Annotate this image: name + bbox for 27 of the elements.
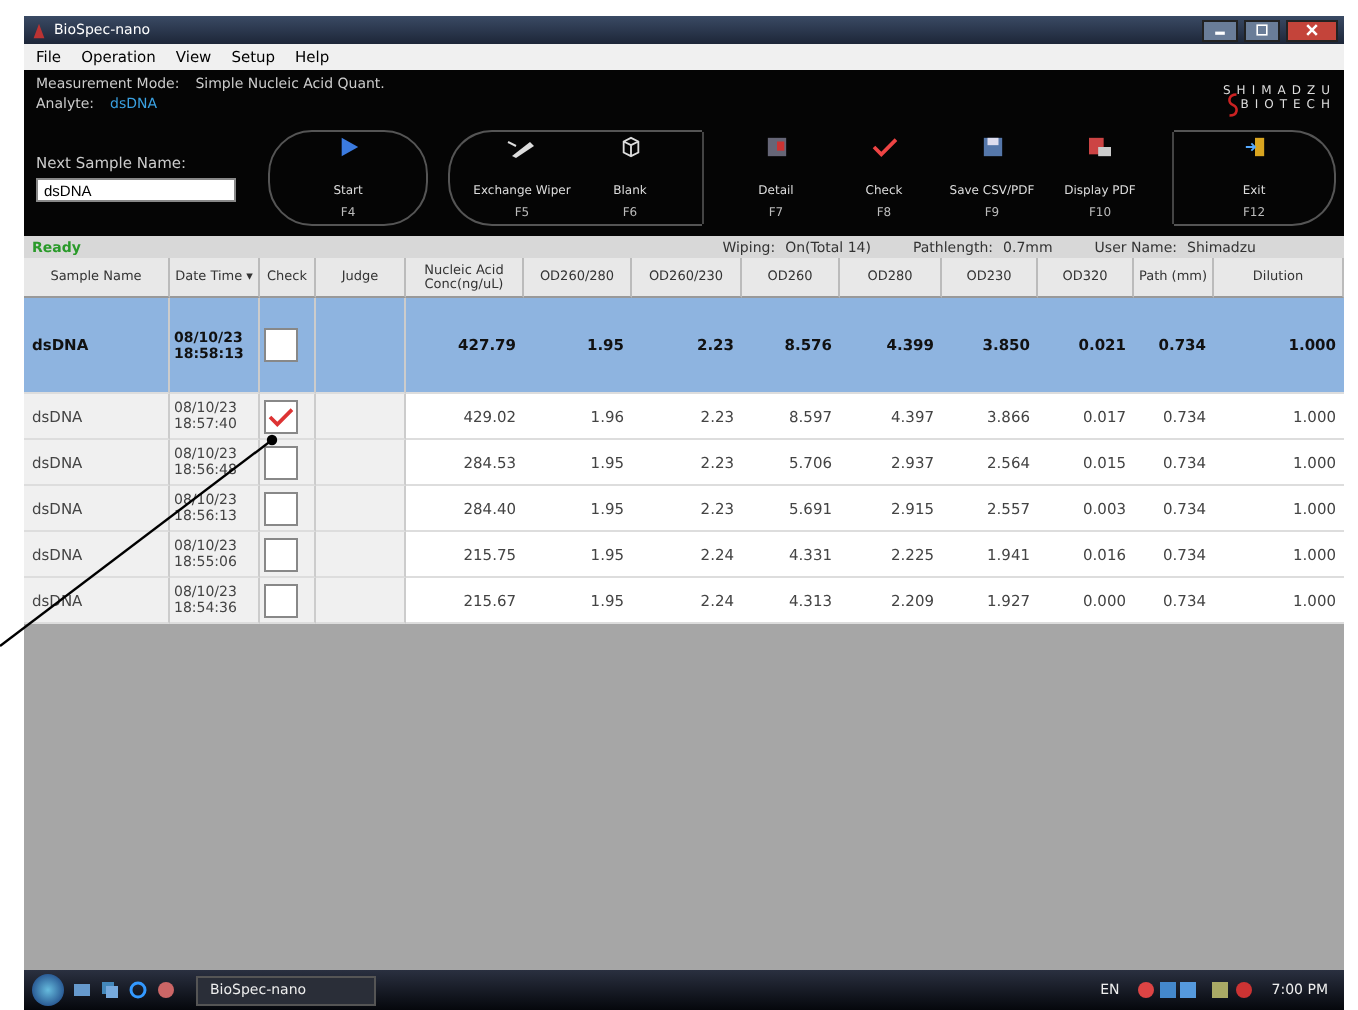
exit-icon (1243, 136, 1265, 158)
play-icon (337, 136, 360, 158)
check-icon (871, 136, 897, 158)
checkbox[interactable] (264, 491, 298, 525)
minimize-button[interactable] (1202, 19, 1238, 41)
document-icon (1086, 136, 1114, 158)
maximize-button[interactable] (1244, 19, 1280, 41)
checkbox[interactable] (264, 445, 298, 479)
checkbox[interactable] (264, 583, 298, 617)
checkbox[interactable] (264, 328, 298, 362)
window-switch-icon[interactable] (100, 980, 120, 1000)
app-icon[interactable] (156, 980, 176, 1000)
tray-icons-drawing[interactable] (1135, 980, 1256, 1000)
panel-icon (765, 136, 787, 158)
cube-icon (619, 136, 641, 158)
save-icon (981, 136, 1003, 158)
app-icon (30, 21, 48, 39)
logo-icon (1226, 92, 1241, 118)
checkbox[interactable] (264, 537, 298, 571)
checkbox[interactable] (264, 399, 298, 433)
desktop-icon[interactable] (72, 980, 92, 1000)
maximize-icon (1254, 22, 1270, 38)
close-button[interactable] (1286, 19, 1338, 41)
browser-icon[interactable] (128, 980, 148, 1000)
close-icon (1304, 22, 1320, 38)
start-button[interactable] (32, 974, 64, 1006)
wiper-icon (506, 136, 538, 160)
